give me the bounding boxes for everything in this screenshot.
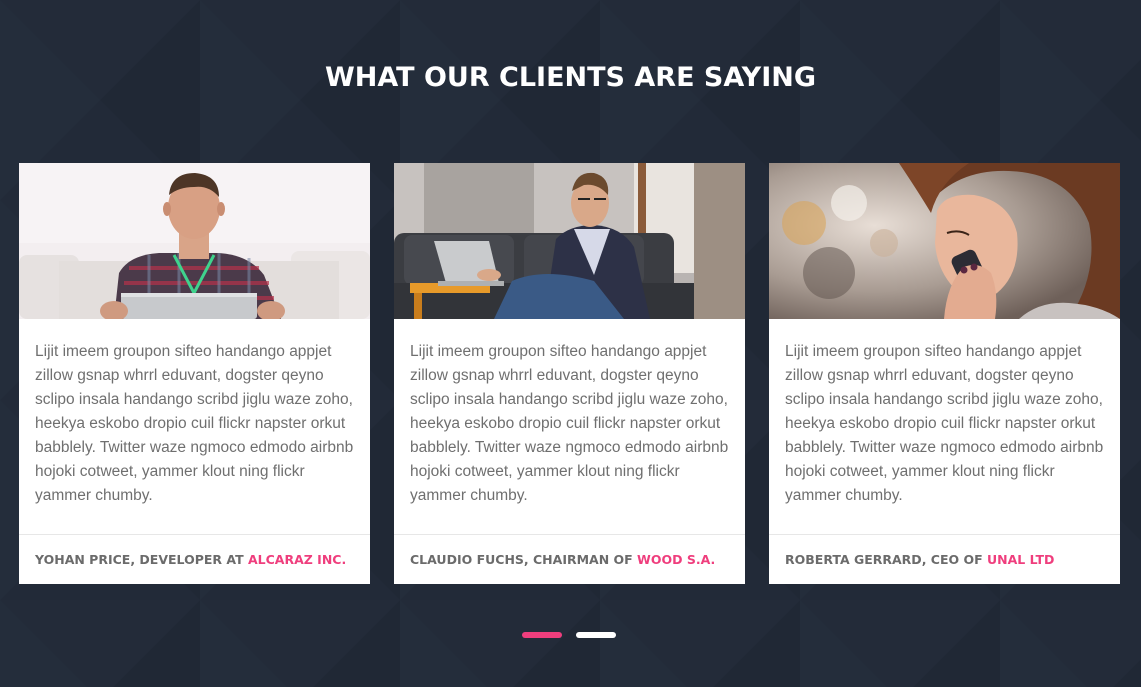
card-divider [19,534,370,535]
woman-on-phone-photo [769,163,1120,319]
testimonial-card: Lijit imeem groupon sifteo handango appj… [769,163,1120,584]
man-on-sofa-laptop-photo [394,163,745,319]
testimonial-author: CLAUDIO FUCHS, CHAIRMAN OF WOOD S.A. [410,552,735,567]
testimonial-card: Lijit imeem groupon sifteo handango appj… [394,163,745,584]
testimonial-quote: Lijit imeem groupon sifteo handango appj… [35,343,354,504]
section-title: WHAT OUR CLIENTS ARE SAYING [324,62,817,93]
carousel-pager [0,632,1141,639]
testimonial-author: ROBERTA GERRARD, CEO OF UNAL LTD [785,552,1110,567]
author-name-role: ROBERTA GERRARD, CEO OF [785,552,983,567]
testimonial-quote: Lijit imeem groupon sifteo handango appj… [410,343,729,504]
author-company: WOOD S.A. [637,552,716,567]
testimonial-quote: Lijit imeem groupon sifteo handango appj… [785,343,1104,504]
author-name-role: CLAUDIO FUCHS, CHAIRMAN OF [410,552,633,567]
author-name-role: YOHAN PRICE, DEVELOPER AT [35,552,244,567]
man-plaid-shirt-laptop-photo [19,163,370,319]
testimonial-author: YOHAN PRICE, DEVELOPER AT ALCARAZ INC. [35,552,360,567]
pager-dot-1[interactable] [522,632,562,638]
card-divider [769,534,1120,535]
testimonial-card: Lijit imeem groupon sifteo handango appj… [19,163,370,584]
pager-dot-2[interactable] [576,632,616,638]
author-company: ALCARAZ INC. [247,552,347,567]
author-company: UNAL LTD [987,552,1055,567]
card-divider [394,534,745,535]
